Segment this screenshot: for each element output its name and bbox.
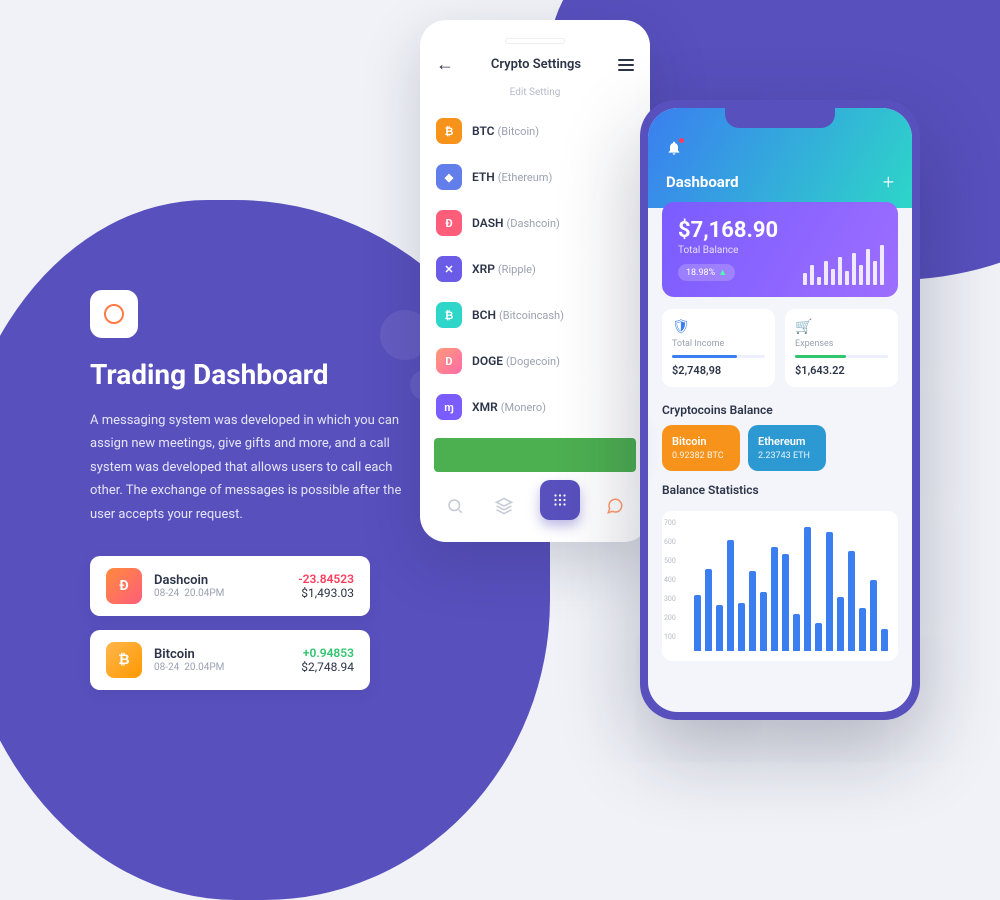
coin-icon: ◆: [436, 164, 462, 190]
notch: [505, 38, 565, 44]
balance-amount: $7,168.90: [678, 218, 882, 243]
coin-icon: ✕: [436, 256, 462, 282]
chart-bar: [848, 551, 855, 651]
add-button[interactable]: +: [883, 170, 894, 194]
settings-subtitle: Edit Setting: [420, 87, 650, 108]
income-card[interactable]: 🛡 Total Income $2,748,98: [662, 309, 775, 387]
cart-icon: 🛒: [795, 319, 888, 335]
nav-grid-icon[interactable]: [540, 480, 580, 520]
coin-icon: ɱ: [436, 394, 462, 420]
coin-fullname: (Dashcoin): [507, 217, 560, 230]
coin-fullname: (Dogecoin): [506, 355, 560, 368]
ticker-name: Bitcoin: [154, 647, 301, 662]
chart-bar: [760, 592, 767, 651]
nav-search-icon[interactable]: [441, 492, 469, 520]
coin-icon: Đ: [106, 568, 142, 604]
phone-dashboard-mock: Dashboard + $7,168.90 Total Balance 18.9…: [640, 100, 920, 720]
coin-symbol: BCH: [472, 308, 496, 322]
coin-row[interactable]: ɱ XMR (Monero): [420, 384, 650, 430]
dashboard-title: Dashboard: [666, 173, 739, 191]
coin-tiles: ✕ Ripple 8349,3 XRP Bitcoin 0.92382 BTC …: [648, 425, 912, 471]
ticker-card[interactable]: ₿ Bitcoin 08-24 20.04PM +0.94853 $2,748.…: [90, 630, 370, 690]
settings-title: Crypto Settings: [491, 57, 581, 72]
coin-row[interactable]: ✕ XRP (Ripple): [420, 246, 650, 292]
coin-fullname: (Ethereum): [498, 171, 553, 184]
expenses-value: $1,643.22: [795, 364, 888, 377]
coin-row[interactable]: ₿ BTC (Bitcoin): [420, 108, 650, 154]
coins-section-title: Cryptocoins Balance: [648, 399, 912, 425]
page-title: Trading Dashboard: [90, 358, 410, 391]
menu-button[interactable]: [618, 59, 634, 71]
shield-icon: 🛡: [672, 319, 765, 335]
coin-row[interactable]: Đ DASH (Dashcoin): [420, 200, 650, 246]
nav-layers-icon[interactable]: [490, 492, 518, 520]
chart-bar: [793, 614, 800, 651]
chart-bar: [738, 603, 745, 651]
coin-fullname: (Ripple): [498, 263, 536, 276]
chart-bar: [870, 580, 877, 651]
coin-icon: ₿: [436, 118, 462, 144]
chart-bar: [837, 597, 844, 651]
chart-bar: [859, 608, 866, 651]
balance-bar-chart: 700600500400300200100: [662, 511, 898, 661]
chart-bar: [716, 605, 723, 651]
chat-icon: [90, 290, 138, 338]
coin-row[interactable]: ₿ BCH (Bitcoincash): [420, 292, 650, 338]
chart-bar: [881, 629, 888, 651]
coin-icon: Đ: [436, 210, 462, 236]
chart-bar: [694, 595, 701, 651]
coin-tile-ethereum[interactable]: Ethereum 2.23743 ETH: [748, 425, 826, 471]
coin-row[interactable]: ◆ ETH (Ethereum): [420, 154, 650, 200]
ticker-card[interactable]: Đ Dashcoin 08-24 20.04PM -23.84523 $1,49…: [90, 556, 370, 616]
coin-tile-bitcoin[interactable]: Bitcoin 0.92382 BTC: [662, 425, 740, 471]
ticker-name: Dashcoin: [154, 573, 298, 588]
coin-icon: D: [436, 348, 462, 374]
coin-symbol: DASH: [472, 216, 504, 230]
balance-change-badge: 18.98%▲: [678, 264, 735, 281]
chart-bar: [815, 623, 822, 651]
confirm-button[interactable]: [434, 438, 636, 472]
chart-bar: [727, 540, 734, 651]
notch: [725, 108, 835, 128]
coin-fullname: (Monero): [501, 401, 546, 414]
coin-icon: ₿: [106, 642, 142, 678]
coin-symbol: BTC: [472, 124, 495, 138]
chart-bar: [804, 527, 811, 651]
page-description: A messaging system was developed in whic…: [90, 409, 410, 526]
expenses-card[interactable]: 🛒 Expenses $1,643.22: [785, 309, 898, 387]
coin-icon: ₿: [436, 302, 462, 328]
chart-bar: [826, 532, 833, 651]
chart-bar: [705, 569, 712, 651]
coin-symbol: XMR: [472, 400, 498, 414]
chart-bar: [782, 554, 789, 651]
coin-fullname: (Bitcoin): [498, 125, 540, 138]
ticker-value: $2,748.94: [301, 660, 354, 674]
ticker-change: -23.84523: [298, 572, 354, 586]
coin-symbol: ETH: [472, 170, 495, 184]
bell-icon[interactable]: [666, 140, 682, 160]
expenses-label: Expenses: [795, 339, 888, 349]
ticker-datetime: 08-24 20.04PM: [154, 588, 298, 599]
coin-symbol: XRP: [472, 262, 495, 276]
ticker-value: $1,493.03: [298, 586, 354, 600]
coin-symbol: DOGE: [472, 354, 503, 368]
phone-settings-mock: ← Crypto Settings Edit Setting ₿ BTC (Bi…: [420, 20, 650, 542]
back-button[interactable]: ←: [436, 54, 454, 75]
nav-chat-icon[interactable]: [601, 492, 629, 520]
marketing-panel: Trading Dashboard A messaging system was…: [90, 290, 410, 704]
balance-card[interactable]: $7,168.90 Total Balance 18.98%▲: [662, 202, 898, 297]
ticker-datetime: 08-24 20.04PM: [154, 662, 301, 673]
coin-fullname: (Bitcoincash): [499, 309, 564, 322]
chart-bar: [749, 571, 756, 651]
bottom-nav: [420, 472, 650, 528]
ticker-change: +0.94853: [301, 646, 354, 660]
income-value: $2,748,98: [672, 364, 765, 377]
stats-section-title: Balance Statistics: [648, 479, 912, 505]
coin-row[interactable]: D DOGE (Dogecoin): [420, 338, 650, 384]
chart-bar: [771, 547, 778, 651]
income-label: Total Income: [672, 339, 765, 349]
